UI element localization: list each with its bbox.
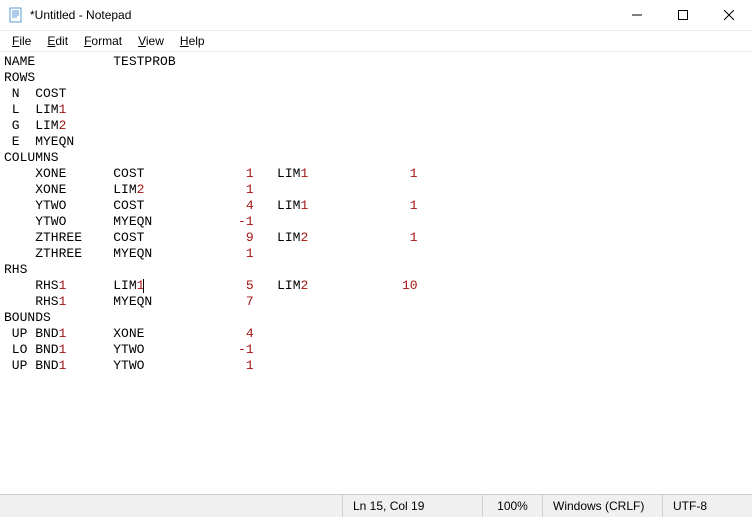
menu-edit[interactable]: Edit bbox=[39, 33, 76, 49]
menu-help[interactable]: Help bbox=[172, 33, 213, 49]
close-button[interactable] bbox=[706, 0, 752, 30]
menu-bar: File Edit Format View Help bbox=[0, 31, 752, 51]
status-bar: Ln 15, Col 19 100% Windows (CRLF) UTF-8 bbox=[0, 494, 752, 517]
text-editor[interactable]: NAME TESTPROB ROWS N COST L LIM1 G LIM2 … bbox=[0, 52, 752, 376]
menu-format[interactable]: Format bbox=[76, 33, 130, 49]
status-position: Ln 15, Col 19 bbox=[342, 495, 482, 517]
notepad-icon bbox=[8, 7, 24, 23]
status-zoom: 100% bbox=[482, 495, 542, 517]
minimize-button[interactable] bbox=[614, 0, 660, 30]
status-encoding: UTF-8 bbox=[662, 495, 752, 517]
notepad-window: *Untitled - Notepad File Edit Format Vie… bbox=[0, 0, 752, 517]
maximize-button[interactable] bbox=[660, 0, 706, 30]
title-bar: *Untitled - Notepad bbox=[0, 0, 752, 31]
status-eol: Windows (CRLF) bbox=[542, 495, 662, 517]
window-title: *Untitled - Notepad bbox=[30, 8, 131, 22]
menu-view[interactable]: View bbox=[130, 33, 172, 49]
editor-scroll[interactable]: NAME TESTPROB ROWS N COST L LIM1 G LIM2 … bbox=[0, 51, 752, 494]
status-spacer bbox=[0, 495, 342, 517]
menu-file[interactable]: File bbox=[4, 33, 39, 49]
